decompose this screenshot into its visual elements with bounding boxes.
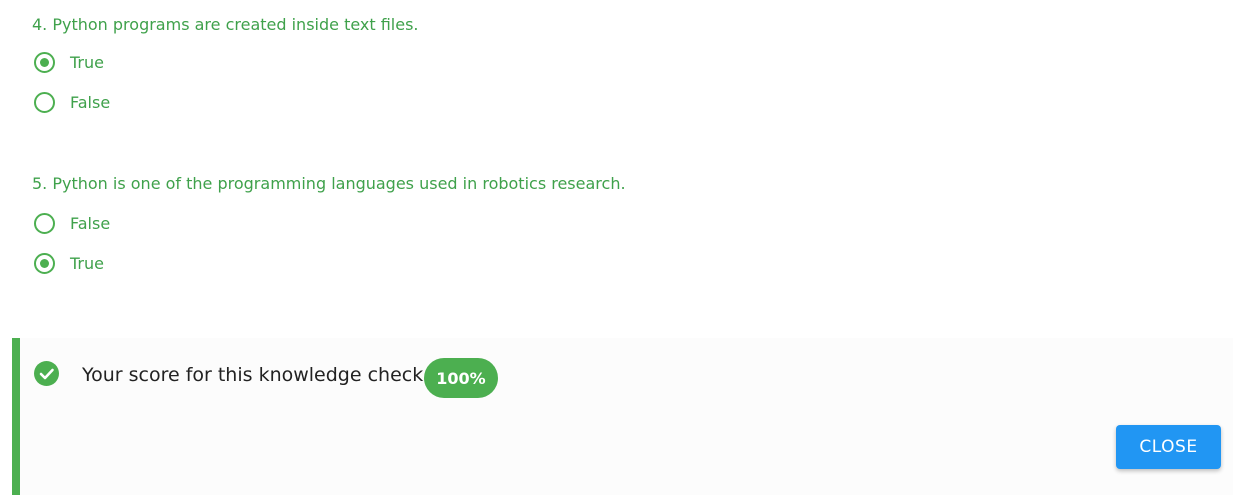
- score-badge: 100%: [424, 358, 498, 398]
- radio-selected-icon[interactable]: [34, 252, 55, 274]
- option-label: False: [70, 213, 111, 233]
- question-text: 5. Python is one of the programming lang…: [32, 174, 626, 193]
- question-4: 4. Python programs are created inside te…: [32, 13, 419, 122]
- option-false[interactable]: False: [32, 203, 626, 243]
- option-true[interactable]: True: [32, 42, 419, 82]
- check-circle-icon: [34, 361, 59, 386]
- score-result-panel: Your score for this knowledge check: 100…: [12, 338, 1233, 495]
- option-false[interactable]: False: [32, 82, 419, 122]
- score-message: Your score for this knowledge check:: [82, 364, 430, 386]
- knowledge-check-page: 4. Python programs are created inside te…: [0, 0, 1233, 495]
- radio-selected-icon[interactable]: [34, 51, 55, 73]
- close-button[interactable]: CLOSE: [1116, 425, 1221, 469]
- question-4-options: True False: [32, 42, 419, 122]
- result-accent-bar: [12, 338, 20, 495]
- option-label: True: [70, 253, 104, 273]
- option-label: False: [70, 92, 111, 112]
- option-label: True: [70, 52, 104, 72]
- question-text: 4. Python programs are created inside te…: [32, 15, 419, 34]
- radio-unselected-icon[interactable]: [34, 212, 55, 234]
- question-5: 5. Python is one of the programming lang…: [32, 172, 626, 283]
- question-5-options: False True: [32, 203, 626, 283]
- radio-unselected-icon[interactable]: [34, 91, 55, 113]
- option-true[interactable]: True: [32, 243, 626, 283]
